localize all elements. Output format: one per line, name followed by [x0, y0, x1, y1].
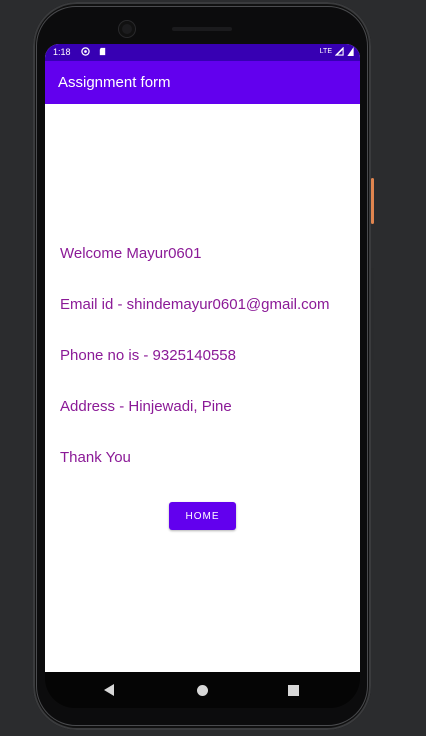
camera-icon: [119, 21, 135, 37]
back-icon[interactable]: [104, 684, 114, 696]
volume-button[interactable]: [371, 268, 374, 360]
signal-icon: [335, 47, 344, 56]
navigation-bar: [45, 672, 360, 708]
recents-icon[interactable]: [288, 685, 299, 696]
emulator-stage: 1:18 LTE Assignment form Welcome Mayur06…: [0, 0, 426, 736]
email-text: Email id - shindemayur0601@gmail.com: [60, 296, 330, 313]
welcome-text: Welcome Mayur0601: [60, 245, 202, 262]
phone-text: Phone no is - 9325140558: [60, 347, 236, 364]
status-right: LTE: [320, 47, 354, 56]
address-text: Address - Hinjewadi, Pine: [60, 398, 232, 415]
battery-icon: [347, 47, 354, 56]
thank-you-text: Thank You: [60, 449, 131, 466]
speaker-grille: [172, 27, 232, 31]
home-icon[interactable]: [197, 685, 208, 696]
data-saver-icon: [81, 47, 90, 56]
app-bar: Assignment form: [45, 61, 360, 104]
app-bar-title: Assignment form: [58, 74, 171, 91]
device-screen: 1:18 LTE Assignment form Welcome Mayur06…: [45, 44, 360, 672]
network-label: LTE: [319, 48, 332, 55]
status-bar: 1:18 LTE: [45, 44, 360, 61]
power-button[interactable]: [371, 178, 374, 224]
home-button[interactable]: HOME: [169, 502, 236, 530]
sd-card-icon: [99, 47, 106, 56]
status-time: 1:18: [53, 47, 71, 57]
